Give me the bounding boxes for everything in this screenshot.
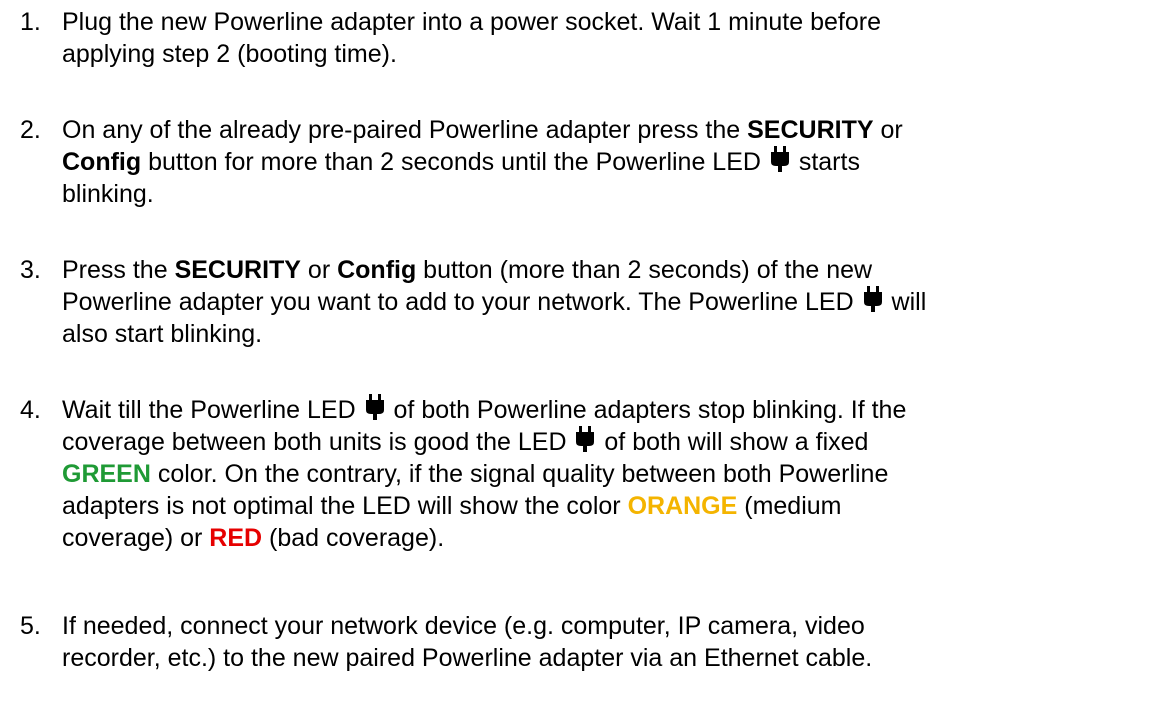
step-line: Press the SECURITY or Config button (mor…: [62, 254, 1162, 286]
step-line: Config button for more than 2 seconds un…: [62, 146, 1162, 178]
step-line: coverage) or RED (bad coverage).: [62, 522, 1162, 554]
text-run: (bad coverage).: [262, 524, 445, 552]
text-run: coverage between both units is good the …: [62, 428, 574, 456]
step-number: 1.: [20, 8, 41, 36]
step-line: Plug the new Powerline adapter into a po…: [62, 8, 881, 36]
powerline-led-icon: [770, 146, 789, 172]
step-text: Plug the new Powerline adapter into a po…: [62, 6, 1162, 70]
text-run: Press the: [62, 256, 175, 284]
green-color-label: GREEN: [62, 460, 151, 488]
text-run: button for more than 2 seconds until the…: [141, 148, 768, 176]
text-run: color. On the contrary, if the signal qu…: [150, 460, 889, 488]
text-run: Wait till the Powerline LED: [62, 396, 363, 424]
step-line: blinking.: [62, 180, 154, 208]
step-text: If needed, connect your network device (…: [62, 610, 1162, 674]
step-line: On any of the already pre-paired Powerli…: [62, 114, 1162, 146]
text-run: of both will show a fixed: [597, 428, 869, 456]
step-line: If needed, connect your network device (…: [62, 612, 865, 640]
step-line: applying step 2 (booting time).: [62, 40, 397, 68]
instruction-document: 1. Plug the new Powerline adapter into a…: [0, 0, 1175, 722]
text-run: Powerline adapter you want to add to you…: [62, 288, 861, 316]
step-text: On any of the already pre-paired Powerli…: [62, 114, 1162, 210]
security-button-label: SECURITY: [747, 116, 874, 144]
step-line: adapters is not optimal the LED will sho…: [62, 490, 1162, 522]
config-button-label: Config: [62, 148, 142, 176]
text-run: or: [873, 116, 903, 144]
powerline-led-icon: [576, 426, 595, 452]
red-color-label: RED: [209, 524, 263, 552]
step-line: recorder, etc.) to the new paired Powerl…: [62, 644, 873, 672]
step-number: 2.: [20, 116, 41, 144]
powerline-led-icon: [365, 394, 384, 420]
orange-color-label: ORANGE: [627, 492, 738, 520]
text-run: starts: [791, 148, 860, 176]
step-line: coverage between both units is good the …: [62, 426, 1162, 458]
step-line: also start blinking.: [62, 320, 263, 348]
step-text: Wait till the Powerline LED of both Powe…: [62, 394, 1162, 554]
security-button-label: SECURITY: [174, 256, 301, 284]
step-line: Wait till the Powerline LED of both Powe…: [62, 394, 1162, 426]
step-line: Powerline adapter you want to add to you…: [62, 286, 1162, 318]
text-run: (medium: [737, 492, 842, 520]
step-number: 3.: [20, 256, 41, 284]
text-run: or: [300, 256, 338, 284]
text-run: of both Powerline adapters stop blinking…: [386, 396, 907, 424]
text-run: coverage) or: [62, 524, 210, 552]
powerline-led-icon: [863, 286, 882, 312]
step-line: GREEN color. On the contrary, if the sig…: [62, 458, 1162, 490]
step-number: 4.: [20, 396, 41, 424]
config-button-label: Config: [337, 256, 417, 284]
text-run: On any of the already pre-paired Powerli…: [62, 116, 748, 144]
text-run: will: [884, 288, 927, 316]
step-text: Press the SECURITY or Config button (mor…: [62, 254, 1162, 350]
text-run: button (more than 2 seconds) of the new: [416, 256, 873, 284]
step-number: 5.: [20, 612, 41, 640]
text-run: adapters is not optimal the LED will sho…: [62, 492, 628, 520]
